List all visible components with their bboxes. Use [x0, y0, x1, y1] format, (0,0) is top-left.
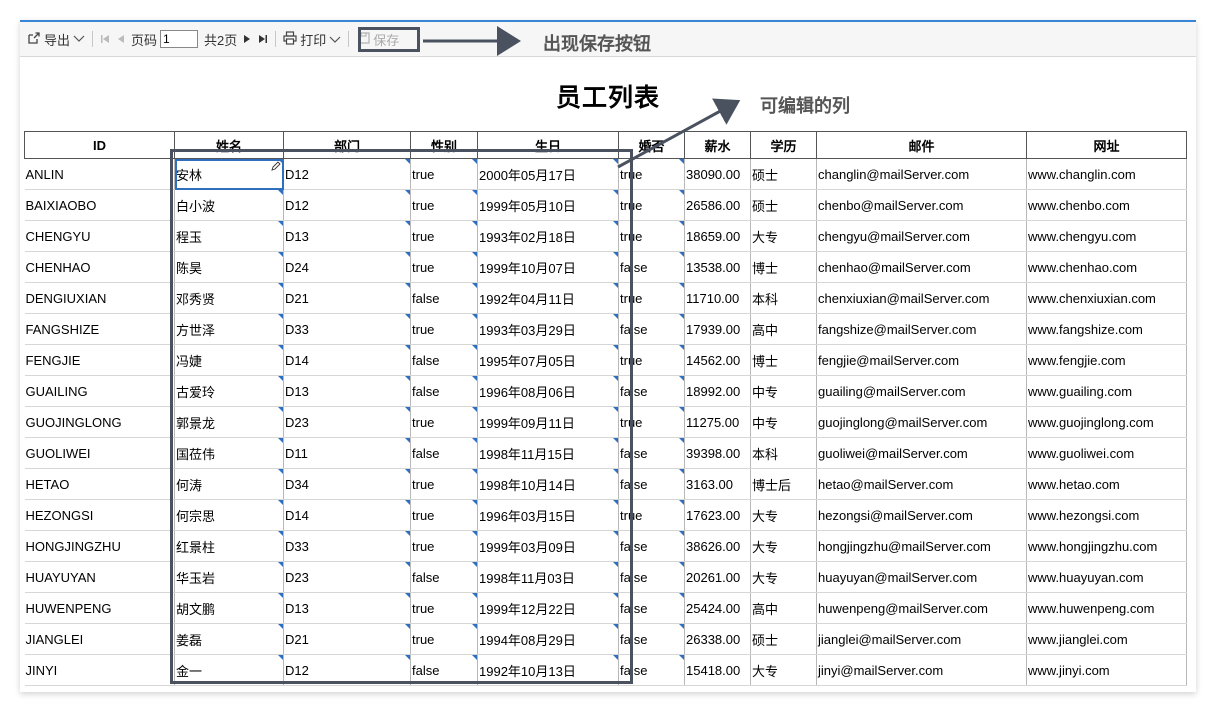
editable-arrow: [617, 98, 741, 169]
report-viewer: 导出 页码 共2页 打印: [20, 20, 1196, 692]
annotation-arrows: [423, 26, 741, 169]
